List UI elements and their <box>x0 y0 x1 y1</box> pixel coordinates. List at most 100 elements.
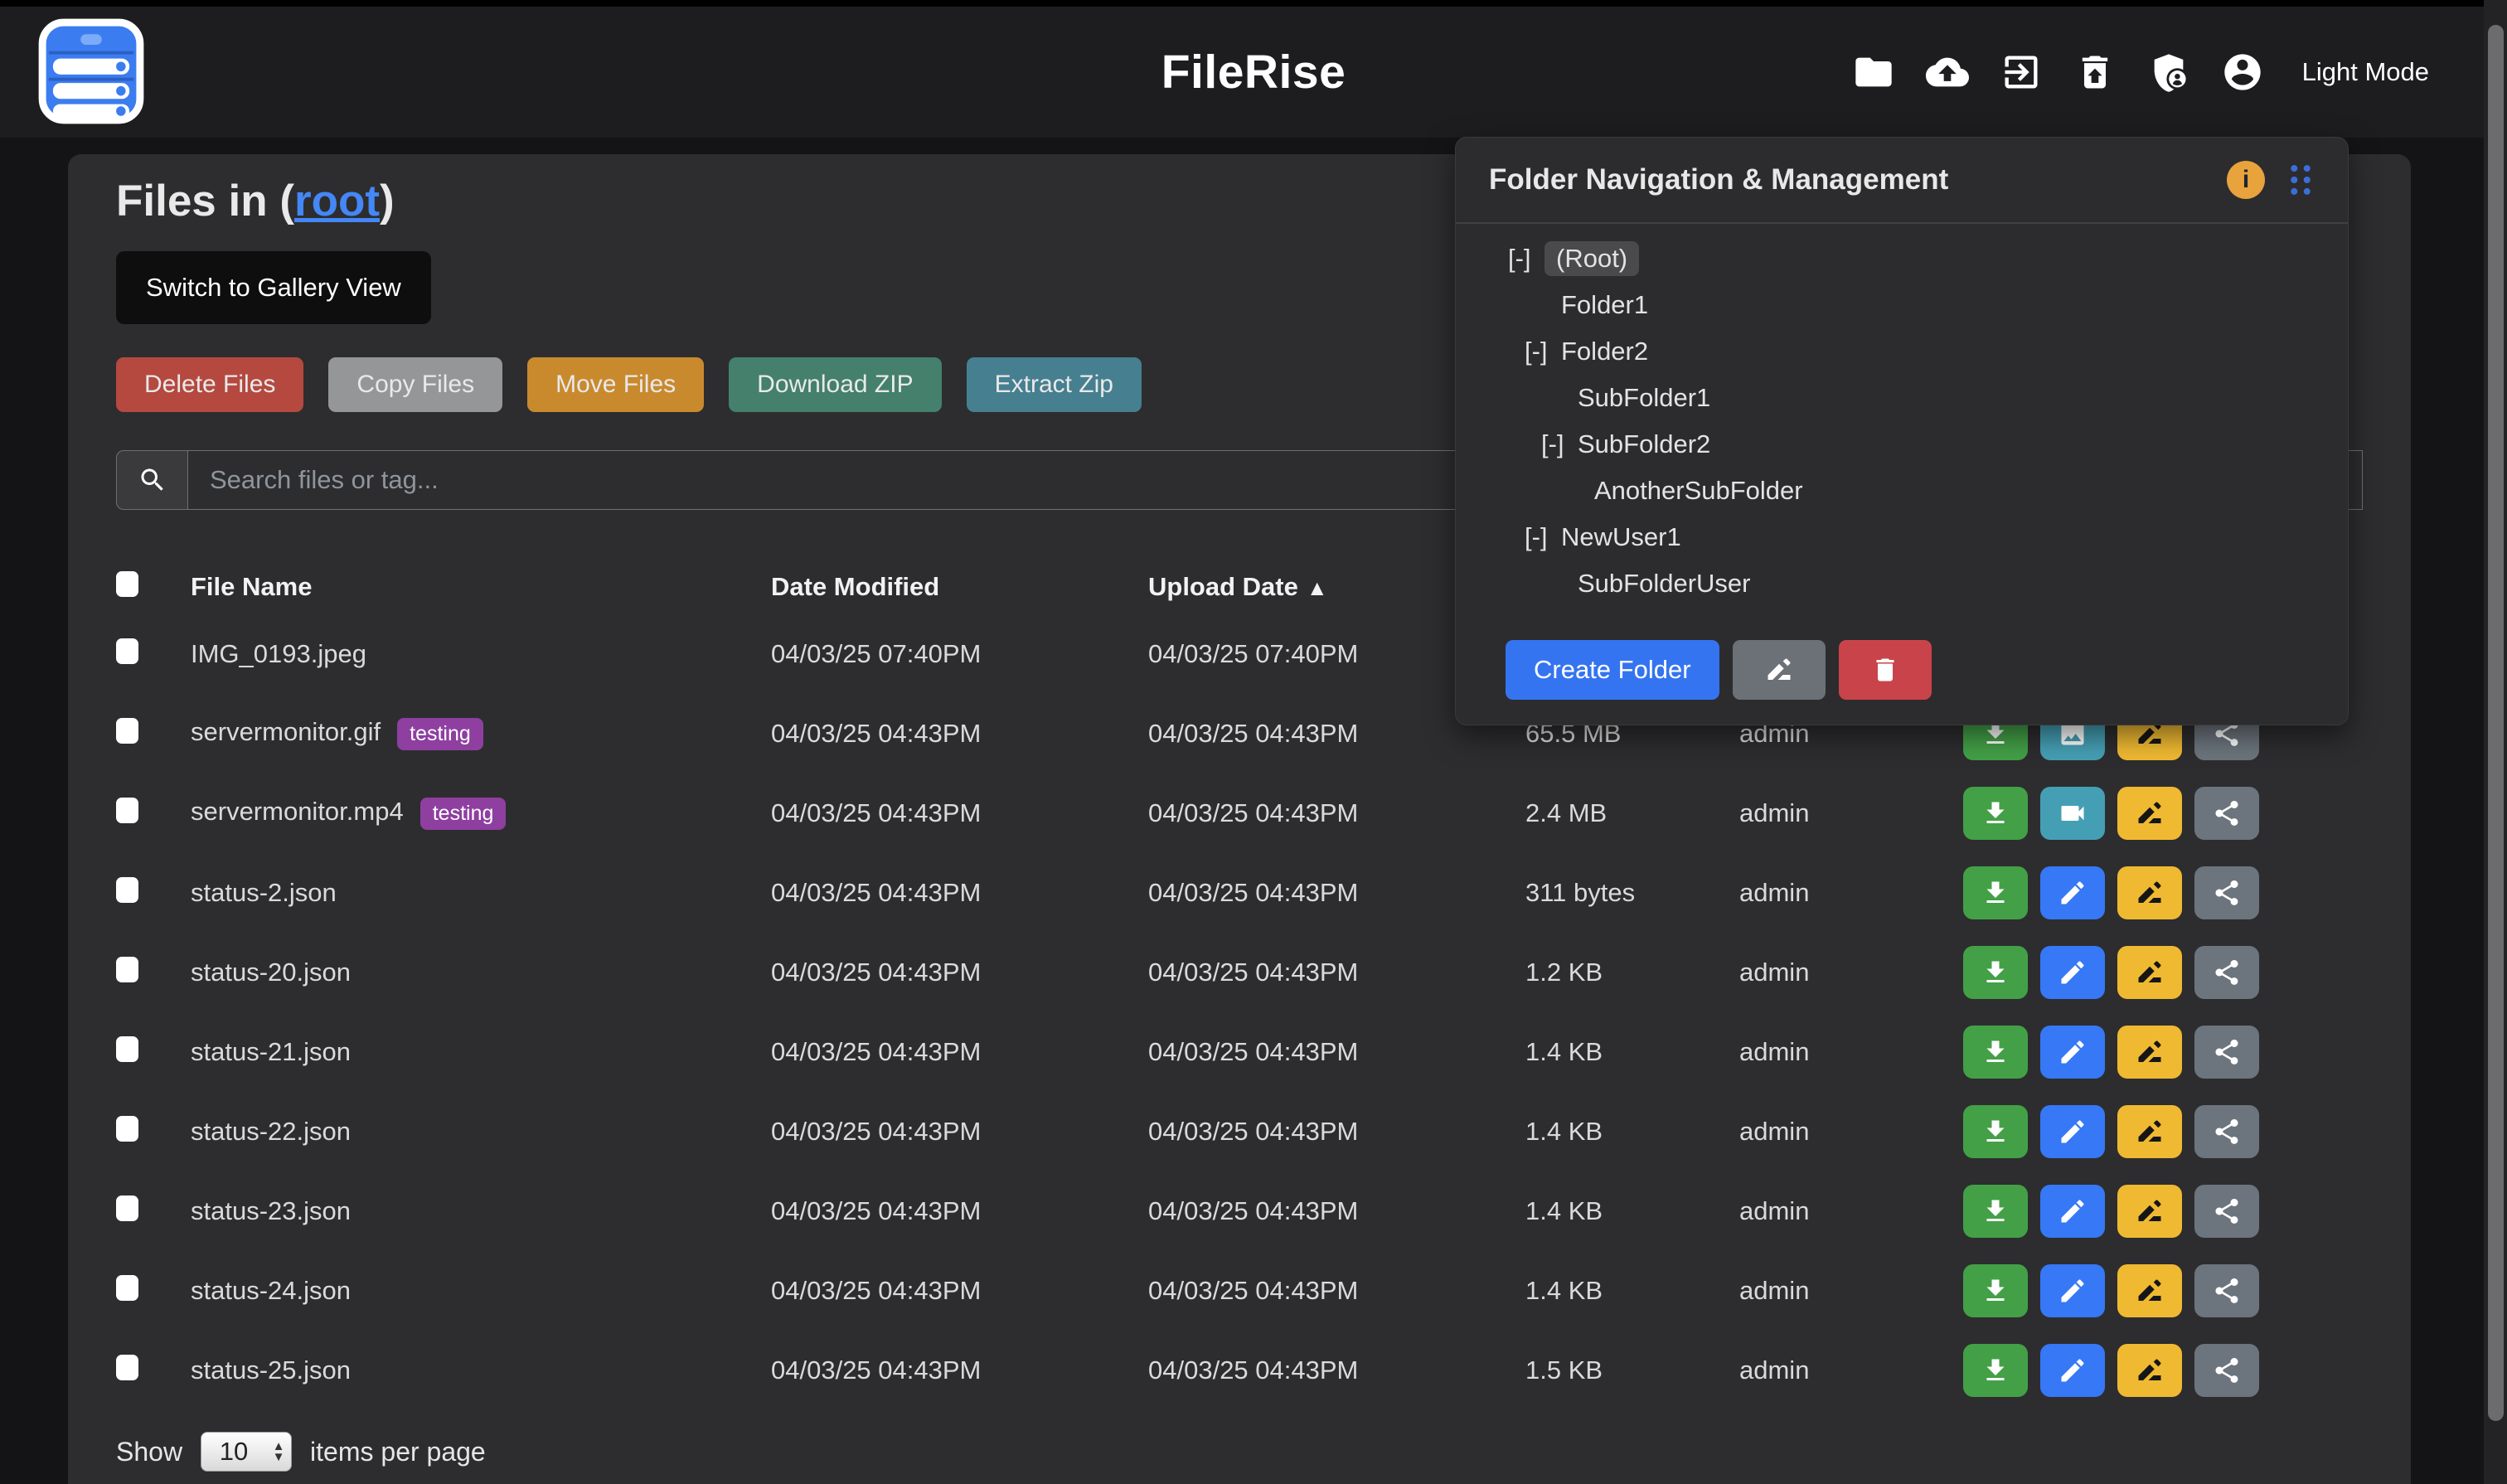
row-checkbox[interactable] <box>116 957 138 982</box>
file-size-cell: 1.2 KB <box>1525 958 1739 987</box>
row-checkbox[interactable] <box>116 1355 138 1380</box>
folder-tree-item[interactable]: [-]Folder2 <box>1456 328 2348 375</box>
download-file-button[interactable] <box>1963 1105 2028 1158</box>
row-checkbox[interactable] <box>116 638 138 664</box>
page-size-select[interactable]: 10 ▲▼ <box>201 1432 292 1472</box>
rename-file-button[interactable] <box>2117 866 2182 919</box>
folder-tree-item[interactable]: [-]NewUser1 <box>1456 514 2348 560</box>
delete-folder-button[interactable] <box>1839 640 1932 700</box>
share-file-button[interactable] <box>2194 1026 2259 1079</box>
folder-tree-item[interactable]: Folder1 <box>1456 282 2348 328</box>
file-name[interactable]: servermonitor.mp4 <box>191 797 404 826</box>
file-name[interactable]: status-20.json <box>191 958 351 987</box>
share-file-button[interactable] <box>2194 1105 2259 1158</box>
row-checkbox[interactable] <box>116 718 138 744</box>
row-checkbox[interactable] <box>116 1275 138 1301</box>
rename-folder-button[interactable] <box>1733 640 1826 700</box>
row-checkbox[interactable] <box>116 1036 138 1062</box>
date-modified-cell: 04/03/25 07:40PM <box>771 639 1148 669</box>
share-file-button[interactable] <box>2194 1185 2259 1238</box>
download-file-button[interactable] <box>1963 787 2028 840</box>
column-header-file-name[interactable]: File Name <box>191 572 771 602</box>
cloud-upload-icon[interactable] <box>1925 50 1970 95</box>
download-file-button[interactable] <box>1963 946 2028 999</box>
file-name[interactable]: status-21.json <box>191 1037 351 1066</box>
tree-collapse-toggle[interactable]: [-] <box>1541 429 1578 459</box>
edit-file-button[interactable] <box>2040 946 2105 999</box>
download-zip-button[interactable]: Download ZIP <box>729 357 941 412</box>
file-name[interactable]: servermonitor.gif <box>191 717 381 746</box>
rename-file-button[interactable] <box>2117 1344 2182 1397</box>
drag-handle-icon[interactable] <box>2286 162 2315 198</box>
logout-icon[interactable] <box>1999 50 2044 95</box>
share-file-button[interactable] <box>2194 946 2259 999</box>
rename-file-button[interactable] <box>2117 946 2182 999</box>
upload-date-cell: 04/03/25 04:43PM <box>1148 1037 1525 1067</box>
file-name[interactable]: status-25.json <box>191 1355 351 1385</box>
extract-zip-button[interactable]: Extract Zip <box>967 357 1142 412</box>
create-folder-button[interactable]: Create Folder <box>1506 640 1719 700</box>
edit-file-button[interactable] <box>2040 1264 2105 1317</box>
download-file-button[interactable] <box>1963 1264 2028 1317</box>
edit-file-button[interactable] <box>2040 1344 2105 1397</box>
row-checkbox[interactable] <box>116 798 138 823</box>
root-folder-link[interactable]: root <box>294 177 380 226</box>
admin-shield-icon[interactable] <box>2146 50 2191 95</box>
download-file-button[interactable] <box>1963 1026 2028 1079</box>
share-file-button[interactable] <box>2194 866 2259 919</box>
copy-files-button[interactable]: Copy Files <box>328 357 502 412</box>
folder-tree-item[interactable]: [-](Root) <box>1456 235 2348 282</box>
rename-file-button[interactable] <box>2117 1105 2182 1158</box>
light-mode-toggle[interactable]: Light Mode <box>2302 57 2429 87</box>
delete-files-button[interactable]: Delete Files <box>116 357 303 412</box>
file-name[interactable]: status-23.json <box>191 1196 351 1225</box>
rename-file-button[interactable] <box>2117 1026 2182 1079</box>
file-size-cell: 1.5 KB <box>1525 1355 1739 1385</box>
switch-gallery-view-button[interactable]: Switch to Gallery View <box>116 251 431 324</box>
folder-panel-title: Folder Navigation & Management <box>1489 163 2227 196</box>
file-size-cell: 1.4 KB <box>1525 1196 1739 1226</box>
info-icon[interactable]: i <box>2227 161 2265 199</box>
file-name[interactable]: status-24.json <box>191 1276 351 1305</box>
edit-file-button[interactable] <box>2040 1185 2105 1238</box>
edit-file-button[interactable] <box>2040 1105 2105 1158</box>
row-checkbox[interactable] <box>116 877 138 903</box>
share-file-button[interactable] <box>2194 1344 2259 1397</box>
row-checkbox[interactable] <box>116 1116 138 1142</box>
page-scrollbar-thumb[interactable] <box>2488 25 2504 1421</box>
folder-tree-item[interactable]: SubFolder1 <box>1456 375 2348 421</box>
tree-collapse-toggle[interactable]: [-] <box>1525 522 1561 552</box>
uploader-cell: admin <box>1739 1355 1963 1385</box>
download-file-button[interactable] <box>1963 866 2028 919</box>
download-file-button[interactable] <box>1963 1344 2028 1397</box>
tree-collapse-toggle[interactable]: [-] <box>1508 244 1544 274</box>
row-checkbox[interactable] <box>116 1195 138 1221</box>
rename-file-button[interactable] <box>2117 1264 2182 1317</box>
rename-file-button[interactable] <box>2117 787 2182 840</box>
download-file-button[interactable] <box>1963 1185 2028 1238</box>
column-header-date-modified[interactable]: Date Modified <box>771 572 1148 602</box>
file-name[interactable]: status-2.json <box>191 878 337 907</box>
move-files-button[interactable]: Move Files <box>527 357 704 412</box>
rename-file-button[interactable] <box>2117 1185 2182 1238</box>
date-modified-cell: 04/03/25 04:43PM <box>771 1355 1148 1385</box>
restore-trash-icon[interactable] <box>2073 50 2117 95</box>
folder-tree-item[interactable]: [-]SubFolder2 <box>1456 421 2348 468</box>
share-file-button[interactable] <box>2194 1264 2259 1317</box>
file-name[interactable]: IMG_0193.jpeg <box>191 639 366 668</box>
share-file-button[interactable] <box>2194 787 2259 840</box>
tree-collapse-toggle[interactable]: [-] <box>1525 337 1561 366</box>
edit-file-button[interactable] <box>2040 1026 2105 1079</box>
preview-video-button[interactable] <box>2040 787 2105 840</box>
folder-tree-item[interactable]: AnotherSubFolder <box>1456 468 2348 514</box>
select-all-checkbox[interactable] <box>116 571 138 597</box>
account-circle-icon[interactable] <box>2220 50 2265 95</box>
folder-icon[interactable] <box>1851 50 1896 95</box>
filerise-logo-icon[interactable] <box>38 18 144 124</box>
file-name[interactable]: status-22.json <box>191 1117 351 1146</box>
top-header-bar: FileRise Light Mode <box>0 0 2507 138</box>
folder-tree-item[interactable]: SubFolderUser <box>1456 560 2348 607</box>
edit-file-button[interactable] <box>2040 866 2105 919</box>
search-icon[interactable] <box>116 450 187 510</box>
page-scrollbar-track[interactable] <box>2484 0 2507 1484</box>
